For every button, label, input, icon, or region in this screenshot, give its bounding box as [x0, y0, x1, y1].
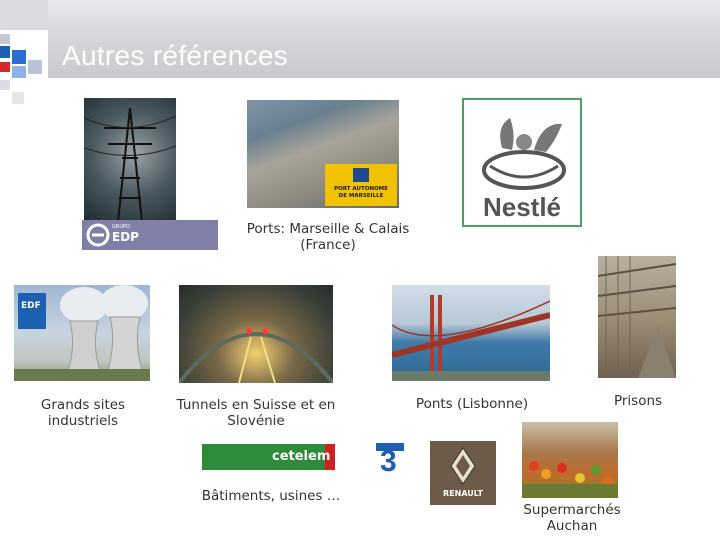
caption-ponts: Ponts (Lisbonne) [415, 396, 529, 412]
edf-photo: EDF [14, 285, 150, 381]
nestle-text: Nestlé [482, 192, 562, 222]
caption-supermarches: Supermarchés Auchan [523, 502, 621, 534]
suspension-bridge-icon [392, 295, 550, 381]
renault-text: RENAULT [443, 489, 483, 498]
renault-logo: RENAULT [430, 441, 496, 505]
caption-tunnels: Tunnels en Suisse et en Slovénie [176, 397, 336, 429]
edp-swirl-icon [86, 223, 110, 247]
caption-batiments: Bâtiments, usines … [201, 488, 341, 504]
supermarket-photo [522, 422, 618, 498]
port-logo: PORT AUTONOME DE MARSEILLE [325, 164, 397, 206]
pylon-icon [84, 107, 176, 222]
cetelem-logo: cetelem [202, 444, 335, 470]
pylon-photo [84, 98, 176, 222]
page-title: Autres références [62, 40, 289, 71]
france3-text: 3 [380, 445, 397, 478]
caption-prisons: Prisons [613, 393, 663, 409]
france3-logo: 3 [376, 443, 406, 477]
nestle-nest-icon [482, 118, 566, 190]
port-photo: PORT AUTONOME DE MARSEILLE [247, 100, 399, 208]
caption-grands-sites: Grands sites industriels [40, 397, 126, 429]
prison-corridor-icon [598, 256, 676, 378]
caption-ports: Ports: Marseille & Calais (France) [246, 221, 410, 253]
nestle-logo: Nestlé [462, 98, 582, 227]
renault-diamond-icon [450, 447, 476, 485]
cetelem-text: cetelem [272, 449, 331, 464]
header-decoration [0, 0, 60, 110]
tunnel-lights-icon [179, 328, 333, 383]
produce-stall-icon [522, 461, 618, 498]
prison-photo [598, 256, 676, 378]
port-logo-text: PORT AUTONOME DE MARSEILLE [334, 186, 388, 199]
edf-logo: EDF [18, 293, 46, 329]
tunnel-photo [179, 285, 333, 383]
edf-logo-text: EDF [21, 301, 41, 311]
edp-logo: GRUPO EDP [82, 220, 218, 250]
edp-text: EDP [112, 230, 139, 244]
bridge-photo [392, 285, 550, 381]
